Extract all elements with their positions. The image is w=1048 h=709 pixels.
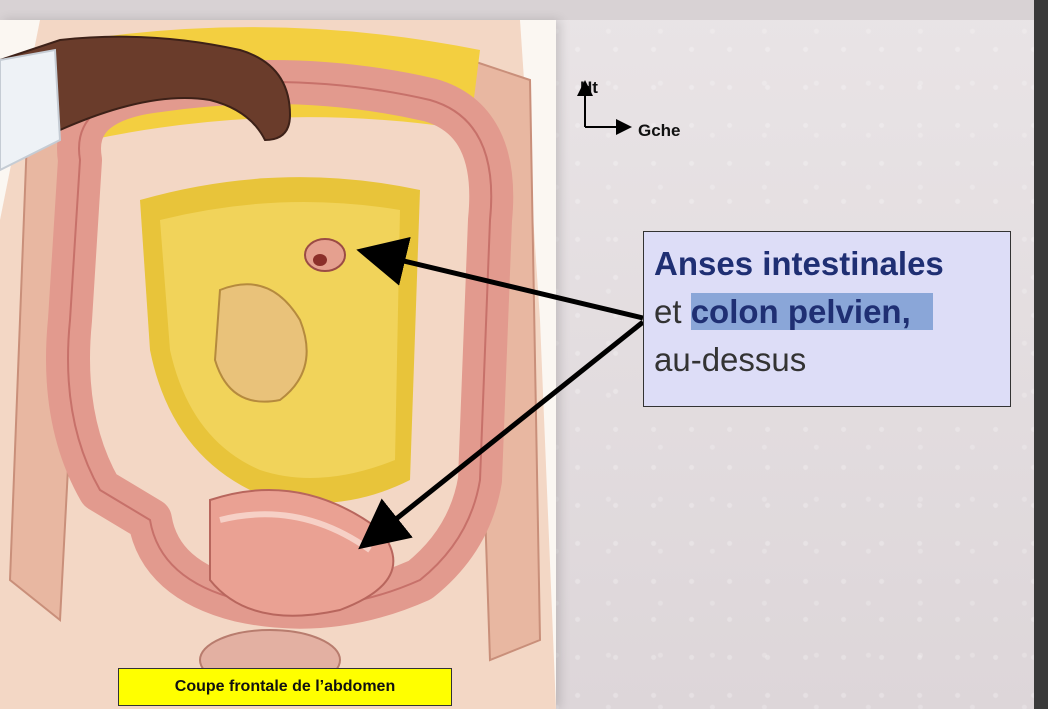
annotation-prefix: et — [654, 293, 691, 330]
axis-up-label: Ht — [580, 78, 598, 97]
annotation-line3: au-dessus — [654, 341, 807, 378]
annotation-box: Anses intestinales et colon pelvien, au-… — [643, 231, 1011, 407]
abdomen-drawing — [0, 20, 556, 709]
anatomy-illustration — [0, 20, 556, 709]
annotation-title: Anses intestinales — [654, 245, 944, 282]
axis-left-label: Gche — [638, 121, 681, 140]
annotation-highlight: colon pelvien, — [690, 293, 933, 330]
figure-caption: Coupe frontale de l’abdomen — [118, 668, 452, 706]
window-edge-bar — [1034, 0, 1048, 709]
annotation-line2: et colon pelvien, — [654, 286, 1000, 338]
top-strip — [0, 0, 1034, 20]
